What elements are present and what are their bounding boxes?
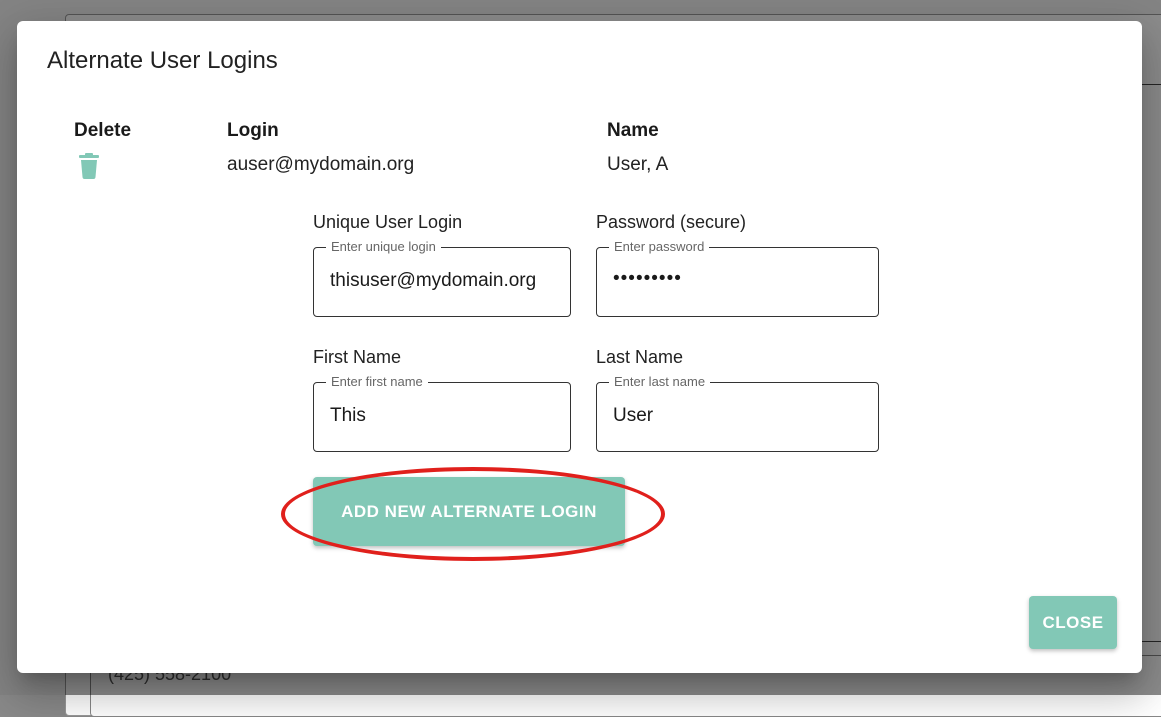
dialog-title: Alternate User Logins xyxy=(47,47,278,74)
name-cell: User, A xyxy=(607,154,669,175)
password-field[interactable]: Enter password ••••••••• xyxy=(596,239,879,317)
first-name-legend: Enter first name xyxy=(326,374,428,390)
last-name-field[interactable]: Enter last name User xyxy=(596,374,879,452)
alternate-logins-dialog: Alternate User Logins Delete Login Name … xyxy=(17,21,1142,673)
add-alternate-login-button[interactable]: ADD NEW ALTERNATE LOGIN xyxy=(313,477,625,546)
unique-login-field[interactable]: Enter unique login thisuser@mydomain.org xyxy=(313,239,571,317)
password-legend: Enter password xyxy=(609,239,710,255)
column-header-login: Login xyxy=(227,120,279,141)
last-name-input[interactable]: User xyxy=(613,405,843,427)
last-name-legend: Enter last name xyxy=(609,374,711,390)
last-name-label: Last Name xyxy=(596,347,684,367)
first-name-input[interactable]: This xyxy=(330,405,560,427)
unique-login-legend: Enter unique login xyxy=(326,239,441,255)
password-input[interactable]: ••••••••• xyxy=(613,268,843,290)
login-cell: auser@mydomain.org xyxy=(227,154,415,175)
column-header-name: Name xyxy=(607,120,659,141)
first-name-label: First Name xyxy=(313,347,402,367)
close-button[interactable]: CLOSE xyxy=(1029,596,1117,649)
column-header-delete: Delete xyxy=(74,120,132,141)
password-label: Password (secure) xyxy=(596,212,747,232)
trash-icon[interactable] xyxy=(79,153,99,179)
unique-login-label: Unique User Login xyxy=(313,212,463,232)
unique-login-input[interactable]: thisuser@mydomain.org xyxy=(330,270,560,292)
first-name-field[interactable]: Enter first name This xyxy=(313,374,571,452)
